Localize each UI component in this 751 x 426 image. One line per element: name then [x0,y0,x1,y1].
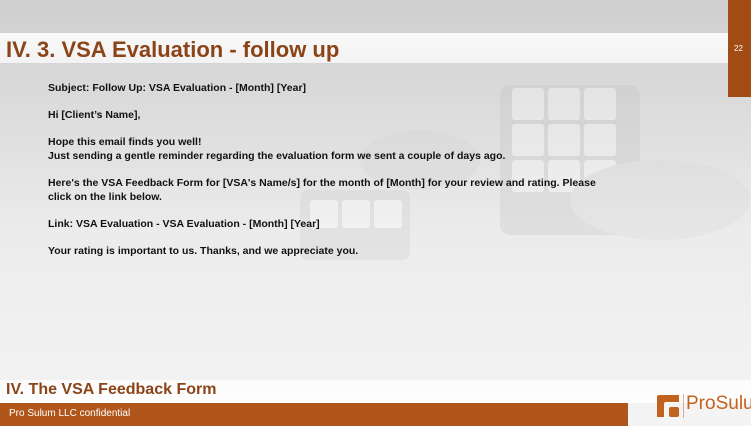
logo-divider [683,394,684,418]
email-closing: Your rating is important to us. Thanks, … [48,245,359,257]
page-number: 22 [734,44,743,53]
logo-text-pro: Pro [686,393,716,414]
confidential-label: Pro Sulum LLC confidential [9,408,131,419]
email-line: Here's the VSA Feedback Form for [VSA's … [48,177,596,189]
slide: IV. 3. VSA Evaluation - follow up 22 Sub… [0,0,751,426]
email-line: Hope this email finds you well! [48,136,202,148]
prosulum-logo-icon [657,395,679,417]
email-line: click on the link below. [48,191,162,203]
email-link: Link: VSA Evaluation - VSA Evaluation - … [48,218,320,230]
logo-text: ProSulum [686,393,751,415]
prosulum-logo: ProSulum [655,388,751,422]
section-title: IV. The VSA Feedback Form [6,381,217,398]
slide-title: IV. 3. VSA Evaluation - follow up [6,37,340,62]
email-greeting: Hi [Client’s Name], [48,109,141,121]
email-body: Subject: Follow Up: VSA Evaluation - [Mo… [48,81,718,271]
logo-text-sulum: Sulum [715,393,751,414]
email-subject: Subject: Follow Up: VSA Evaluation - [Mo… [48,82,307,94]
email-line: Just sending a gentle reminder regarding… [48,150,506,162]
